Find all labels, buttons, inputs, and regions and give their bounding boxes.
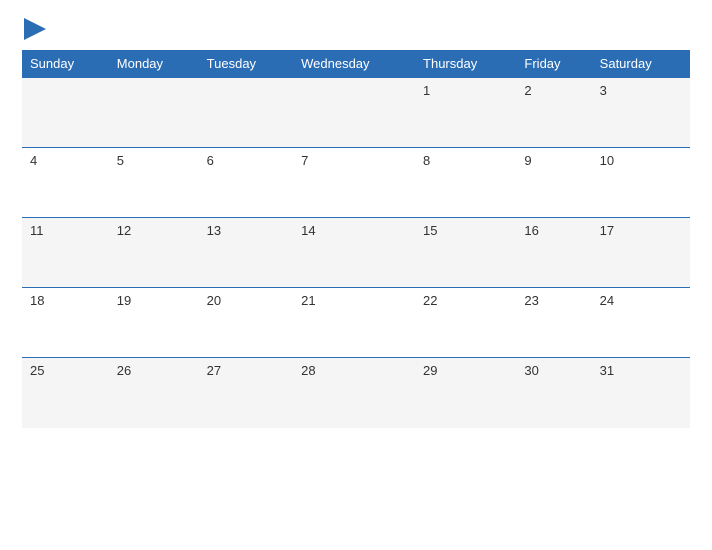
day-number: 28 [301,363,315,378]
day-cell-23: 23 [516,288,591,358]
day-number: 24 [600,293,614,308]
day-cell-13: 13 [199,218,293,288]
calendar: SundayMondayTuesdayWednesdayThursdayFrid… [0,0,712,550]
day-cell-29: 29 [415,358,516,428]
day-cell-2: 2 [516,78,591,148]
day-cell-16: 16 [516,218,591,288]
weekday-header-row: SundayMondayTuesdayWednesdayThursdayFrid… [22,50,690,78]
day-cell-24: 24 [592,288,690,358]
logo-triangle-icon [24,18,46,40]
empty-cell [199,78,293,148]
day-number: 18 [30,293,44,308]
day-number: 8 [423,153,430,168]
day-number: 4 [30,153,37,168]
day-cell-11: 11 [22,218,109,288]
weekday-header-friday: Friday [516,50,591,78]
empty-cell [293,78,415,148]
week-row-3: 11 12 13 14 15 16 17 [22,218,690,288]
day-cell-9: 9 [516,148,591,218]
week-row-5: 25 26 27 28 29 30 31 [22,358,690,428]
weekday-header-tuesday: Tuesday [199,50,293,78]
day-number: 6 [207,153,214,168]
day-number: 27 [207,363,221,378]
weekday-header-sunday: Sunday [22,50,109,78]
day-cell-3: 3 [592,78,690,148]
day-cell-1: 1 [415,78,516,148]
weekday-header-saturday: Saturday [592,50,690,78]
day-cell-6: 6 [199,148,293,218]
day-cell-5: 5 [109,148,199,218]
day-number: 30 [524,363,538,378]
day-number: 20 [207,293,221,308]
weekday-header-wednesday: Wednesday [293,50,415,78]
day-number: 7 [301,153,308,168]
day-cell-12: 12 [109,218,199,288]
day-number: 2 [524,83,531,98]
day-number: 31 [600,363,614,378]
day-cell-27: 27 [199,358,293,428]
calendar-header [22,18,690,40]
day-number: 25 [30,363,44,378]
day-cell-8: 8 [415,148,516,218]
day-cell-18: 18 [22,288,109,358]
day-cell-25: 25 [22,358,109,428]
day-number: 5 [117,153,124,168]
day-number: 10 [600,153,614,168]
day-number: 26 [117,363,131,378]
day-number: 19 [117,293,131,308]
day-number: 3 [600,83,607,98]
empty-cell [109,78,199,148]
day-cell-26: 26 [109,358,199,428]
day-cell-17: 17 [592,218,690,288]
day-number: 23 [524,293,538,308]
day-number: 22 [423,293,437,308]
week-row-2: 4 5 6 7 8 9 10 [22,148,690,218]
day-cell-14: 14 [293,218,415,288]
day-cell-4: 4 [22,148,109,218]
day-cell-28: 28 [293,358,415,428]
weekday-header-monday: Monday [109,50,199,78]
day-cell-10: 10 [592,148,690,218]
day-cell-15: 15 [415,218,516,288]
empty-cell [22,78,109,148]
day-cell-22: 22 [415,288,516,358]
day-number: 14 [301,223,315,238]
day-cell-31: 31 [592,358,690,428]
week-row-4: 18 19 20 21 22 23 24 [22,288,690,358]
day-number: 15 [423,223,437,238]
day-cell-20: 20 [199,288,293,358]
weekday-header-thursday: Thursday [415,50,516,78]
week-row-1: 1 2 3 [22,78,690,148]
day-cell-7: 7 [293,148,415,218]
day-number: 21 [301,293,315,308]
day-number: 11 [30,223,44,238]
day-cell-30: 30 [516,358,591,428]
day-number: 16 [524,223,538,238]
day-number: 9 [524,153,531,168]
day-number: 12 [117,223,131,238]
day-number: 17 [600,223,614,238]
day-number: 1 [423,83,430,98]
day-cell-21: 21 [293,288,415,358]
calendar-table: SundayMondayTuesdayWednesdayThursdayFrid… [22,50,690,428]
day-number: 29 [423,363,437,378]
day-number: 13 [207,223,221,238]
logo [22,18,49,40]
day-cell-19: 19 [109,288,199,358]
